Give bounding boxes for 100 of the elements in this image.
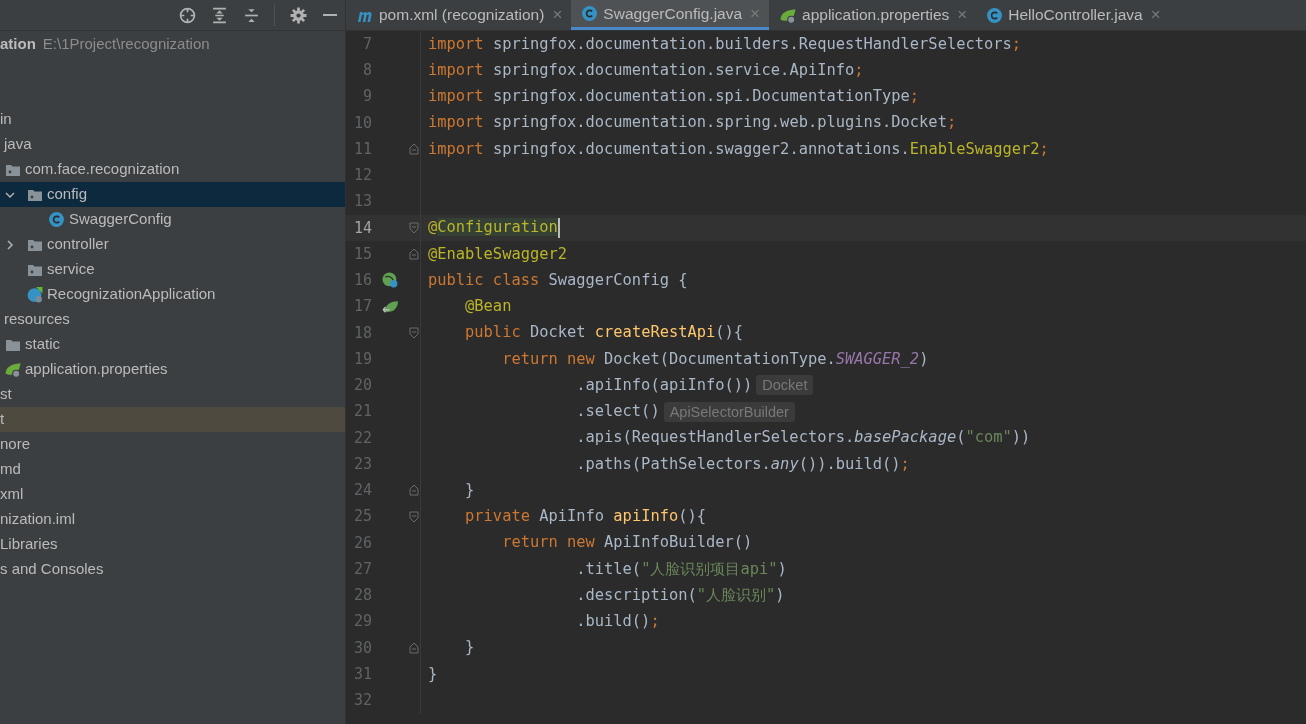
tree-item[interactable]: in [0,108,12,131]
line-number: 28 [352,585,372,607]
line-number: 23 [352,453,372,475]
collapse-all-button[interactable] [242,6,260,24]
line-number: 9 [361,86,372,108]
code-line: import springfox.documentation.builders.RequestHandlerSelectors; [428,33,1022,55]
tree-item[interactable]: s and Consoles [0,558,104,581]
code-line: .description("人脸识别") [575,584,785,606]
line-number: 26 [352,532,372,554]
code-line: .apiInfo(apiInfo()) [575,374,753,396]
code-line: @Bean [464,296,512,318]
tree-item[interactable]: nization.iml [0,508,76,531]
code-line: import springfox.documentation.service.ApiInfo; [428,59,864,81]
line-number: 27 [352,558,372,580]
editor-tab[interactable]: pom.xml (recognization) × [346,0,572,30]
line-number: 22 [352,427,372,449]
fold-icon [409,221,419,234]
code-line: .title("人脸识别项目api") [575,558,787,580]
line-number: 15 [352,243,372,265]
tree-item[interactable]: com.face.recognization [25,158,180,181]
project-name: ation [0,33,36,54]
tree-item[interactable]: t [0,408,5,431]
minimize-icon [323,14,337,16]
line-number: 16 [352,270,372,292]
tree-item[interactable]: Libraries [0,533,58,556]
code-line: .build(); [575,611,660,633]
line-number: 31 [352,663,372,685]
code-line: return new ApiInfoBuilder() [501,532,753,554]
fold-icon [409,143,419,156]
code-line: import springfox.documentation.spi.DocumentationType; [428,86,920,108]
tree-item[interactable]: controller [47,233,109,256]
code-line: } [428,663,438,685]
editor-tab[interactable]: SwaggerConfig.java × [571,0,769,30]
line-number: 11 [352,138,372,160]
line-number: 25 [352,506,372,528]
code-line: public Docket createRestApi(){ [464,322,744,344]
line-number: 30 [352,637,372,659]
tree-item[interactable]: SwaggerConfig [69,208,172,231]
class-icon [26,286,44,303]
project-path: E:\1Project\recognization [42,33,210,54]
class-icon [986,6,1004,24]
tree-item[interactable]: application.properties [25,358,168,381]
bean-icon [381,298,399,316]
code-line: } [464,637,475,659]
line-number: 18 [352,322,372,344]
code-line: return new Docket(DocumentationType.SWAGGER_2) [501,348,929,370]
code-line: .apis(RequestHandlerSelectors.basePackage("com")) [575,427,1031,449]
line-number: 7 [361,33,372,55]
line-number: 10 [352,112,372,134]
line-number: 12 [352,165,372,187]
code-line: private ApiInfo apiInfo(){ [464,506,707,528]
editor-tab[interactable]: application.properties × [769,0,977,30]
locate-button[interactable] [178,6,196,24]
fold-icon [409,326,419,339]
inlay-hint: ApiSelectorBuilder [663,401,795,422]
expand-all-button[interactable] [210,6,228,24]
bean-icon [381,271,399,289]
class-icon [48,211,65,228]
code-line: @EnableSwagger2 [428,243,567,265]
line-number: 24 [352,480,372,502]
code-line: import springfox.documentation.spring.web.plugins.Docket; [428,112,957,134]
tree-item[interactable]: st [0,383,12,406]
text-caret [557,217,560,238]
fold-icon [409,510,419,523]
tree-item[interactable]: service [47,258,95,281]
line-number: 20 [352,375,372,397]
code-line: .paths(PathSelectors.any()).build(); [575,453,910,475]
line-number: 14 [352,217,372,239]
tree-item[interactable]: static [25,333,60,356]
code-line: @Configuration [428,217,558,239]
tree-item[interactable]: xml [0,483,24,506]
expand-all-icon [210,6,228,24]
tree-item[interactable]: nore [0,433,31,456]
editor-tab[interactable]: HelloController.java × [976,0,1170,30]
tree-item[interactable]: RecognizationApplication [47,283,216,306]
line-number: 17 [352,296,372,318]
settings-button[interactable] [289,6,307,24]
line-number: 19 [352,348,372,370]
collapse-all-icon [242,6,260,24]
tree-item[interactable]: resources [4,308,70,331]
inlay-hint: Docket [756,375,814,396]
spring-leaf-icon [779,6,797,24]
fold-icon [409,248,419,261]
line-number: 29 [352,611,372,633]
line-number: 8 [361,60,372,82]
code-line: import springfox.documentation.swagger2.annotations.EnableSwagger2; [428,138,1049,160]
locate-icon [178,6,196,24]
settings-icon [289,6,307,24]
line-number: 13 [352,191,372,213]
code-line: public class SwaggerConfig { [428,269,688,291]
tree-item[interactable]: md [0,458,21,481]
tree-item[interactable]: java [4,133,32,156]
fold-icon [409,641,419,654]
tree-item[interactable]: config [47,183,88,206]
spring-leaf-icon [4,361,22,378]
line-number: 32 [352,690,372,712]
code-line: .select() [575,401,660,423]
line-number: 21 [352,401,372,423]
class-icon [581,5,599,22]
code-line: } [464,479,475,501]
